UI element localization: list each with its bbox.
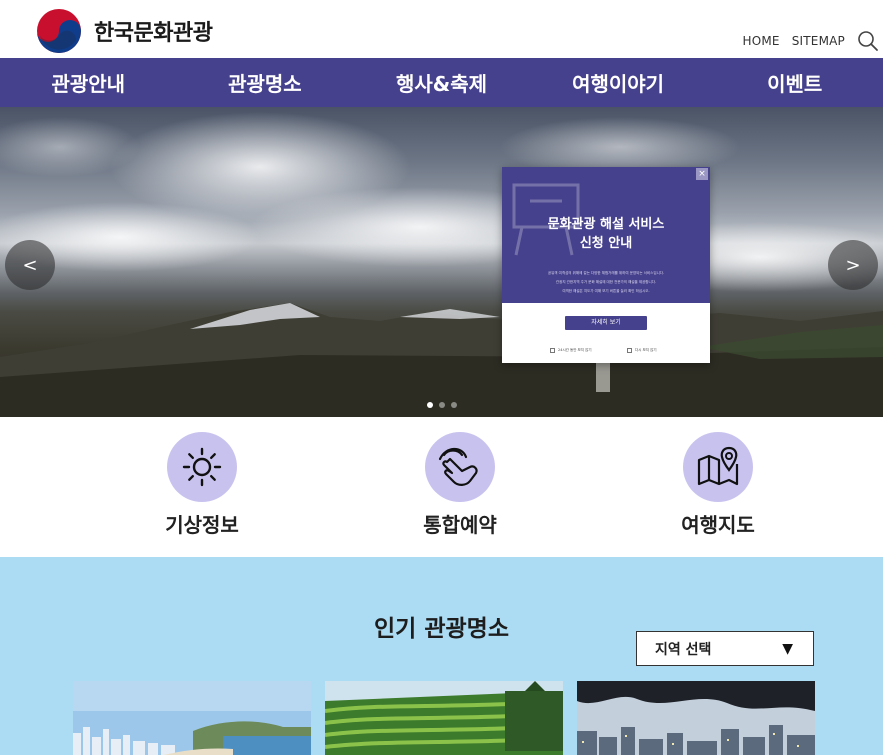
sun-icon bbox=[182, 447, 222, 487]
popular-attractions-section: 인기 관광명소 지역 선택 ▼ bbox=[0, 557, 883, 755]
quick-circle bbox=[683, 432, 753, 502]
taegeuk-logo-icon bbox=[37, 9, 81, 54]
quick-circle bbox=[167, 432, 237, 502]
quick-label-weather: 기상정보 bbox=[165, 513, 239, 537]
popup-detail-button[interactable]: 자세히 보기 bbox=[565, 316, 647, 330]
checkbox-box bbox=[627, 348, 632, 353]
popup-title-line1: 문화관광 해설 서비스 bbox=[547, 217, 665, 232]
quick-menu: 기상정보 통합예약 여행지도 bbox=[0, 417, 883, 557]
hero-pagination-dot[interactable] bbox=[438, 402, 445, 408]
quick-item-reservation[interactable]: 통합예약 bbox=[390, 432, 530, 538]
nav-item-travel-stories[interactable]: 여행이야기 bbox=[530, 58, 707, 107]
main-nav: 관광안내 관광명소 행사&축제 여행이야기 이벤트 bbox=[0, 58, 883, 107]
region-select-label: 지역 선택 bbox=[655, 641, 712, 658]
tap-hand-icon bbox=[438, 447, 478, 486]
popup-close-button[interactable]: × bbox=[696, 168, 708, 180]
service-popup: × 문화관광 해설 서비스 신청 안내 공유객 여객섬의 위해에 걸는 다양한 … bbox=[502, 167, 710, 363]
utility-links: HOME SITEMAP bbox=[743, 30, 883, 52]
nav-item-attractions[interactable]: 관광명소 bbox=[177, 58, 354, 107]
nav-item-promotions[interactable]: 이벤트 bbox=[706, 58, 883, 107]
nav-item-tour-info[interactable]: 관광안내 bbox=[0, 58, 177, 107]
hero-pagination-dot[interactable] bbox=[450, 402, 457, 408]
hero-pagination-dot[interactable] bbox=[426, 402, 433, 408]
popup-desc-line1: 공유객 여객섬의 위해에 걸는 다양한 체험거래를 위하여 운영되는 서비스입니… bbox=[547, 271, 665, 275]
popup-title: 문화관광 해설 서비스 신청 안내 bbox=[502, 215, 710, 253]
dropdown-arrow-icon: ▼ bbox=[782, 640, 793, 657]
popup-desc-line2: 관광지 관한지역 주가 문화 해설에 대한 전문가의 해설을 제공합니다. bbox=[555, 280, 657, 284]
popup-description: 공유객 여객섬의 위해에 걸는 다양한 체험거래를 위하여 운영되는 서비스입니… bbox=[516, 269, 696, 296]
hero-next-button[interactable]: > bbox=[828, 240, 878, 290]
coastal-city-image bbox=[73, 681, 311, 755]
site-logo[interactable]: 한국문화관광 bbox=[36, 8, 213, 54]
quick-label-reservation: 통합예약 bbox=[423, 513, 497, 537]
map-pin-icon bbox=[697, 446, 739, 486]
quick-item-weather[interactable]: 기상정보 bbox=[132, 432, 272, 538]
popup-never-show-checkbox[interactable]: 다시 보지 않기 bbox=[627, 348, 657, 353]
popup-hide-today-checkbox[interactable]: 24시간 동안 보지 않기 bbox=[550, 348, 592, 353]
region-select-dropdown[interactable]: 지역 선택 ▼ bbox=[636, 631, 814, 666]
tea-plantation-image bbox=[325, 681, 563, 755]
popup-hide-today-label: 24시간 동안 보지 않기 bbox=[558, 348, 592, 352]
popup-desc-line3: 여객한 해설은 지도가 여해 보기 버튼을 눌러 확인 하십시오. bbox=[562, 289, 650, 293]
city-night-image bbox=[577, 681, 815, 755]
attraction-card-city-night[interactable] bbox=[577, 681, 815, 755]
checkbox-box bbox=[550, 348, 555, 353]
attraction-card-coastal-city[interactable] bbox=[73, 681, 311, 755]
hero-landscape-image bbox=[0, 112, 883, 417]
popup-never-show-label: 다시 보지 않기 bbox=[635, 348, 657, 352]
quick-item-travel-map[interactable]: 여행지도 bbox=[648, 432, 788, 538]
hero-slider: < > bbox=[0, 107, 883, 417]
hero-prev-button[interactable]: < bbox=[5, 240, 55, 290]
site-header: 한국문화관광 HOME SITEMAP bbox=[0, 0, 883, 58]
search-icon[interactable] bbox=[857, 30, 879, 52]
attraction-card-tea-plantation[interactable] bbox=[325, 681, 563, 755]
logo-text: 한국문화관광 bbox=[94, 21, 213, 46]
quick-label-travel-map: 여행지도 bbox=[681, 513, 755, 537]
popup-title-line2: 신청 안내 bbox=[579, 236, 633, 251]
home-link[interactable]: HOME bbox=[743, 34, 780, 48]
quick-circle bbox=[425, 432, 495, 502]
popup-header: × 문화관광 해설 서비스 신청 안내 공유객 여객섬의 위해에 걸는 다양한 … bbox=[502, 167, 710, 303]
nav-item-events-festivals[interactable]: 행사&축제 bbox=[353, 58, 530, 107]
hero-pagination bbox=[0, 402, 883, 408]
sitemap-link[interactable]: SITEMAP bbox=[792, 34, 845, 48]
